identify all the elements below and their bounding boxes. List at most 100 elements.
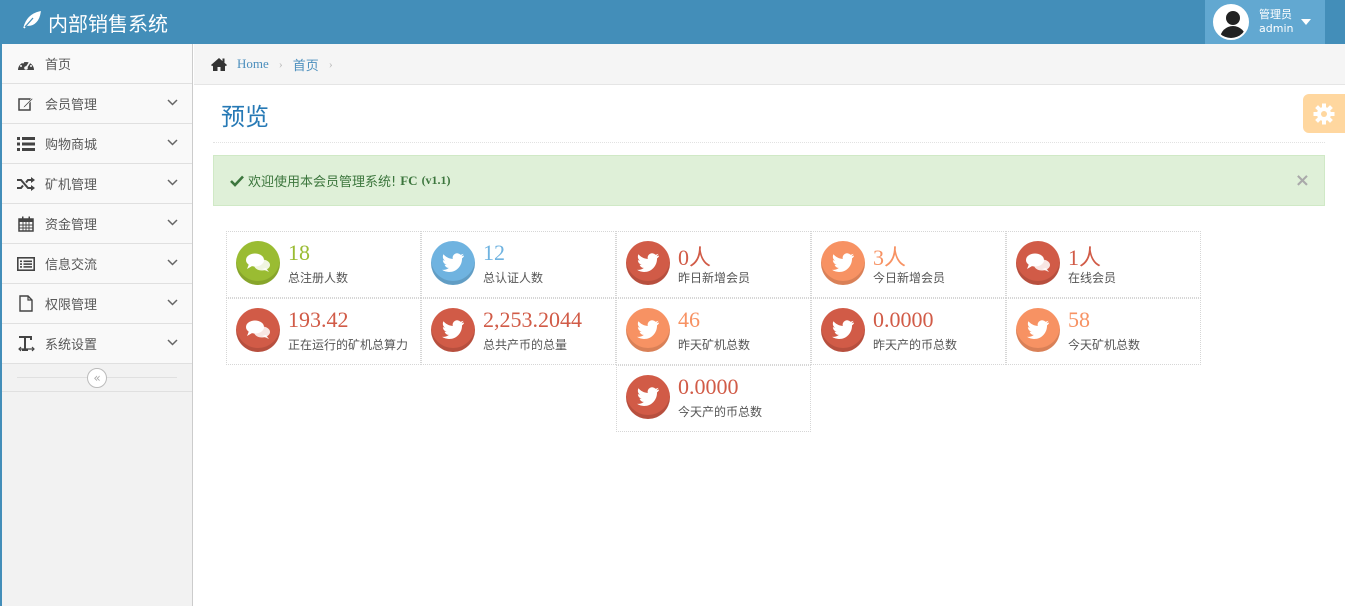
infobox-value: 193.42 xyxy=(288,307,349,332)
navbar: 内部销售系统 管理员 admin xyxy=(0,0,1345,44)
sidebar-collapse: « xyxy=(2,364,192,392)
comments-icon xyxy=(236,308,280,352)
infobox-value: 0.0000 xyxy=(873,307,934,332)
infobox: 1人 在线会员 xyxy=(1006,231,1201,298)
infobox-label: 总认证人数 xyxy=(483,271,544,285)
alert-brand: FC xyxy=(400,172,418,188)
twitter-icon xyxy=(626,308,670,352)
infobox-value: 0.0000 xyxy=(678,374,739,399)
file-icon xyxy=(16,295,36,313)
user-name: admin xyxy=(1259,22,1294,35)
infobox: 0人 昨日新增会员 xyxy=(616,231,811,298)
sidebar-item-label: 矿机管理 xyxy=(45,178,98,193)
close-icon[interactable]: × xyxy=(1295,170,1310,191)
twitter-icon xyxy=(1016,308,1060,352)
sidebar-item-permissions[interactable]: 权限管理 xyxy=(2,284,192,324)
infobox-label: 昨天矿机总数 xyxy=(678,338,751,352)
list-alt-icon xyxy=(16,255,36,273)
infobox: 3人 今日新增会员 xyxy=(811,231,1006,298)
sidebar-item-label: 首页 xyxy=(45,58,72,73)
edit-icon xyxy=(16,95,36,113)
infobox-label: 昨日新增会员 xyxy=(678,271,751,285)
twitter-icon xyxy=(821,241,865,285)
brand[interactable]: 内部销售系统 xyxy=(22,8,168,37)
double-angle-left-icon[interactable]: « xyxy=(87,368,107,388)
infobox: 0.0000 今天产的币总数 xyxy=(616,365,811,432)
sidebar-item-label: 会员管理 xyxy=(45,98,98,113)
sidebar-item-label: 权限管理 xyxy=(45,298,98,313)
infobox-label: 今天产的币总数 xyxy=(678,405,763,419)
comments-icon xyxy=(236,241,280,285)
check-icon xyxy=(230,175,244,187)
sidebar-item-label: 资金管理 xyxy=(45,218,98,233)
breadcrumb: Home › 首页 › xyxy=(194,44,1345,85)
user-menu[interactable]: 管理员 admin xyxy=(1205,0,1325,44)
infobox-value: 12 xyxy=(483,240,505,265)
sidebar-item-label: 购物商城 xyxy=(45,138,98,153)
chevron-down-icon xyxy=(167,299,178,306)
list-icon xyxy=(16,135,36,153)
avatar xyxy=(1213,4,1249,40)
sidebar-item-miners[interactable]: 矿机管理 xyxy=(2,164,192,204)
infobox-value: 1人 xyxy=(1068,245,1102,270)
infobox-label: 今日新增会员 xyxy=(873,271,946,285)
gear-icon xyxy=(1313,103,1335,124)
leaf-icon xyxy=(22,10,42,35)
sidebar: 首页 会员管理 购物商城 矿机管理 资金管理 信息交流 权限管理 系统设置 « xyxy=(0,44,193,606)
app-title: 内部销售系统 xyxy=(48,12,168,36)
sidebar-item-settings[interactable]: 系统设置 xyxy=(2,324,192,364)
infobox: 193.42 正在运行的矿机总算力 xyxy=(226,298,421,365)
infobox: 58 今天矿机总数 xyxy=(1006,298,1201,365)
infobox-value: 58 xyxy=(1068,307,1090,332)
sidebar-item-members[interactable]: 会员管理 xyxy=(2,84,192,124)
infobox-label: 昨天产的币总数 xyxy=(873,338,958,352)
breadcrumb-current[interactable]: 首页 xyxy=(293,55,319,74)
chevron-down-icon xyxy=(167,259,178,266)
page-title: 预览 xyxy=(221,103,269,131)
twitter-icon xyxy=(626,241,670,285)
twitter-icon xyxy=(821,308,865,352)
sidebar-item-funds[interactable]: 资金管理 xyxy=(2,204,192,244)
chevron-down-icon xyxy=(167,219,178,226)
infobox: 0.0000 昨天产的币总数 xyxy=(811,298,1006,365)
sidebar-item-label: 系统设置 xyxy=(45,338,98,353)
chevron-down-icon xyxy=(167,139,178,146)
settings-toggle-button[interactable] xyxy=(1303,94,1345,133)
infobox-value: 0人 xyxy=(678,245,712,270)
infobox: 46 昨天矿机总数 xyxy=(616,298,811,365)
sidebar-item-label: 信息交流 xyxy=(45,258,98,273)
home-icon[interactable] xyxy=(210,57,228,72)
random-icon xyxy=(16,175,36,193)
infobox-value: 46 xyxy=(678,307,700,332)
breadcrumb-separator: › xyxy=(328,56,333,71)
breadcrumb-home-link[interactable]: Home xyxy=(237,56,269,72)
twitter-icon xyxy=(626,375,670,419)
twitter-icon xyxy=(431,241,475,285)
infobox: 2,253.2044 总共产币的总量 xyxy=(421,298,616,365)
sidebar-item-messages[interactable]: 信息交流 xyxy=(2,244,192,284)
infobox-label: 总共产币的总量 xyxy=(483,338,568,352)
infobox-value: 2,253.2044 xyxy=(483,307,582,332)
infobox-label: 总注册人数 xyxy=(288,271,349,285)
chevron-down-icon xyxy=(167,179,178,186)
dashboard-icon xyxy=(16,55,36,73)
chevron-down-icon xyxy=(167,339,178,346)
caret-down-icon xyxy=(1301,19,1312,25)
infobox-value: 18 xyxy=(288,240,310,265)
infobox: 18 总注册人数 xyxy=(226,231,421,298)
infobox-label: 今天矿机总数 xyxy=(1068,338,1141,352)
text-icon xyxy=(16,335,36,353)
sidebar-item-shop[interactable]: 购物商城 xyxy=(2,124,192,164)
welcome-alert: 欢迎使用本会员管理系统! FC (v1.1) × xyxy=(213,155,1325,206)
chevron-down-icon xyxy=(167,99,178,106)
infobox-label: 在线会员 xyxy=(1068,271,1117,285)
infobox-label: 正在运行的矿机总算力 xyxy=(288,338,409,352)
sidebar-item-home[interactable]: 首页 xyxy=(2,44,192,84)
breadcrumb-separator: › xyxy=(278,56,283,71)
infobox-value: 3人 xyxy=(873,245,907,270)
user-role: 管理员 xyxy=(1259,8,1292,21)
calendar-icon xyxy=(16,215,36,233)
page-divider xyxy=(213,142,1325,143)
comments-icon xyxy=(1016,241,1060,285)
infobox: 12 总认证人数 xyxy=(421,231,616,298)
